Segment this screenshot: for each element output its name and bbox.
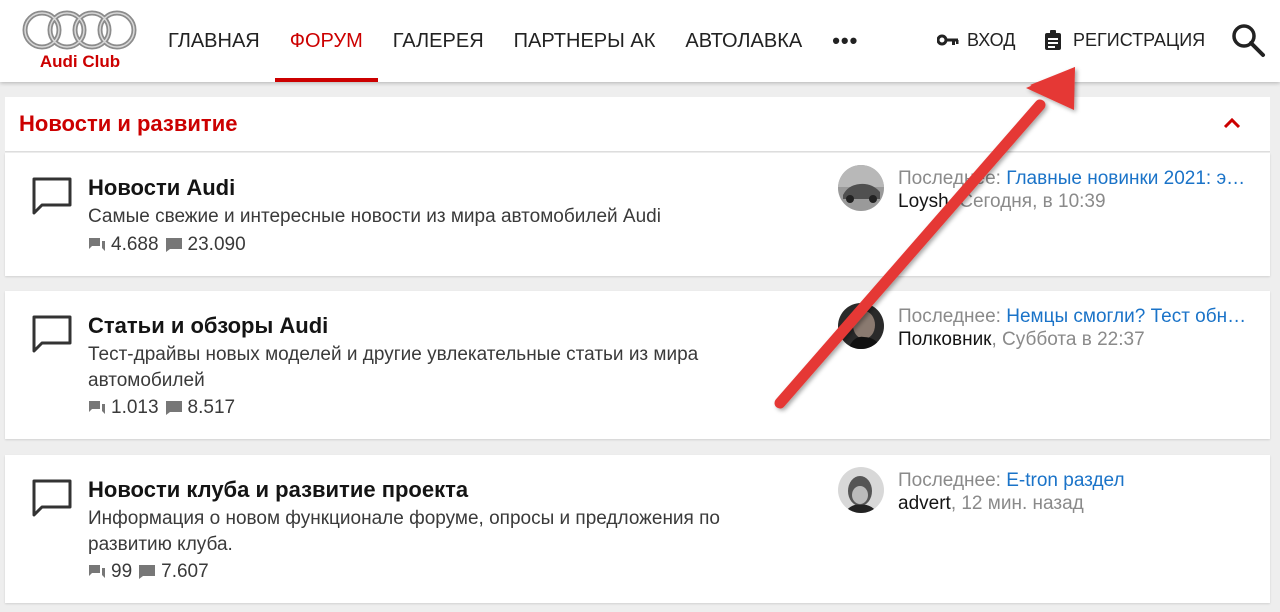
latest-time: , Сегодня, в 10:39	[948, 191, 1106, 212]
messages-icon	[139, 565, 156, 579]
forum-title[interactable]: Статьи и обзоры Audi	[88, 313, 328, 339]
latest-user-link[interactable]: Loysh	[898, 191, 949, 212]
audi-club-logo[interactable]: Audi Club	[20, 8, 140, 72]
nav-more-button[interactable]: •••	[817, 0, 873, 82]
latest-meta: Полковник, Суббота в 22:37	[898, 329, 1145, 351]
messages-icon	[165, 238, 182, 252]
latest-post: Последнее: E-tron раздел	[898, 470, 1258, 492]
latest-time: , 12 мин. назад	[950, 493, 1084, 514]
latest-time: , Суббота в 22:37	[991, 329, 1145, 350]
person-photo-avatar	[838, 303, 884, 349]
nav-home[interactable]: Главная	[153, 0, 275, 82]
latest-thread-link[interactable]: Немцы смогли? Тест обн…	[1006, 306, 1246, 327]
forum-description: Самые свежие и интересные новости из мир…	[88, 206, 661, 227]
car-photo-avatar	[838, 165, 884, 211]
forum-chat-icon	[32, 315, 72, 353]
messages-count: 23.090	[187, 234, 246, 255]
forum-row-audi-news: Новости Audi Самые свежие и интересные н…	[5, 153, 1270, 276]
category-header: Новости и развитие	[5, 97, 1270, 152]
latest-thread-link[interactable]: E-tron раздел	[1006, 470, 1124, 491]
register-label: Регистрация	[1073, 29, 1206, 50]
clipboard-icon	[1045, 30, 1061, 50]
forum-title[interactable]: Новости клуба и развитие проекта	[88, 477, 468, 503]
login-label: Вход	[967, 29, 1016, 50]
messages-count: 8.517	[187, 397, 236, 418]
category-title[interactable]: Новости и развитие	[19, 111, 237, 137]
latest-user-link[interactable]: Полковник	[898, 329, 992, 350]
threads-icon	[89, 238, 105, 251]
audi-rings-icon	[22, 10, 137, 50]
forum-chat-icon	[32, 177, 72, 215]
main-nav: Главная Форум Галерея Партнеры АК Автола…	[153, 0, 873, 82]
threads-count: 99	[111, 561, 133, 582]
latest-label: Последнее:	[898, 470, 1001, 491]
forum-description: Информация о новом функционале форуме, о…	[88, 508, 720, 555]
logo-text: Audi Club	[39, 52, 121, 71]
latest-meta: advert, 12 мин. назад	[898, 493, 1084, 515]
latest-label: Последнее:	[898, 306, 1001, 327]
latest-post: Последнее: Немцы смогли? Тест обн…	[898, 306, 1258, 328]
threads-icon	[89, 565, 105, 578]
forum-row-articles: Статьи и обзоры Audi Тест-драйвы новых м…	[5, 291, 1270, 439]
forum-chat-icon	[32, 479, 72, 517]
avatar[interactable]	[838, 467, 884, 513]
forum-stats: 4.688 23.090	[88, 234, 252, 256]
top-header: Audi Club Главная Форум Галерея Партнеры…	[0, 0, 1280, 82]
latest-thread-link[interactable]: Главные новинки 2021: э…	[1006, 168, 1245, 189]
forum-stats: 1.013 8.517	[88, 397, 241, 419]
messages-icon	[165, 401, 182, 415]
avatar[interactable]	[838, 303, 884, 349]
search-icon[interactable]	[1230, 22, 1266, 58]
threads-count: 4.688	[111, 234, 159, 255]
avatar[interactable]	[838, 165, 884, 211]
messages-count: 7.607	[161, 561, 209, 582]
nav-partners[interactable]: Партнеры АК	[499, 0, 671, 82]
nav-gallery[interactable]: Галерея	[378, 0, 499, 82]
threads-count: 1.013	[111, 397, 159, 418]
latest-meta: Loysh, Сегодня, в 10:39	[898, 191, 1106, 213]
login-button[interactable]: Вход	[937, 27, 1015, 53]
latest-post: Последнее: Главные новинки 2021: э…	[898, 168, 1258, 190]
key-icon	[937, 34, 959, 46]
threads-icon	[89, 401, 105, 414]
forum-title[interactable]: Новости Audi	[88, 175, 235, 201]
chevron-up-icon[interactable]	[1220, 111, 1244, 135]
latest-label: Последнее:	[898, 168, 1001, 189]
forum-description: Тест-драйвы новых моделей и другие увлек…	[88, 344, 699, 391]
nav-autolavka[interactable]: Автолавка	[670, 0, 817, 82]
person-photo-avatar	[838, 467, 884, 513]
forum-stats: 99 7.607	[88, 561, 215, 583]
latest-user-link[interactable]: advert	[898, 493, 951, 514]
register-button[interactable]: Регистрация	[1044, 27, 1205, 53]
nav-forum[interactable]: Форум	[274, 0, 378, 82]
forum-row-club-news: Новости клуба и развитие проекта Информа…	[5, 455, 1270, 603]
